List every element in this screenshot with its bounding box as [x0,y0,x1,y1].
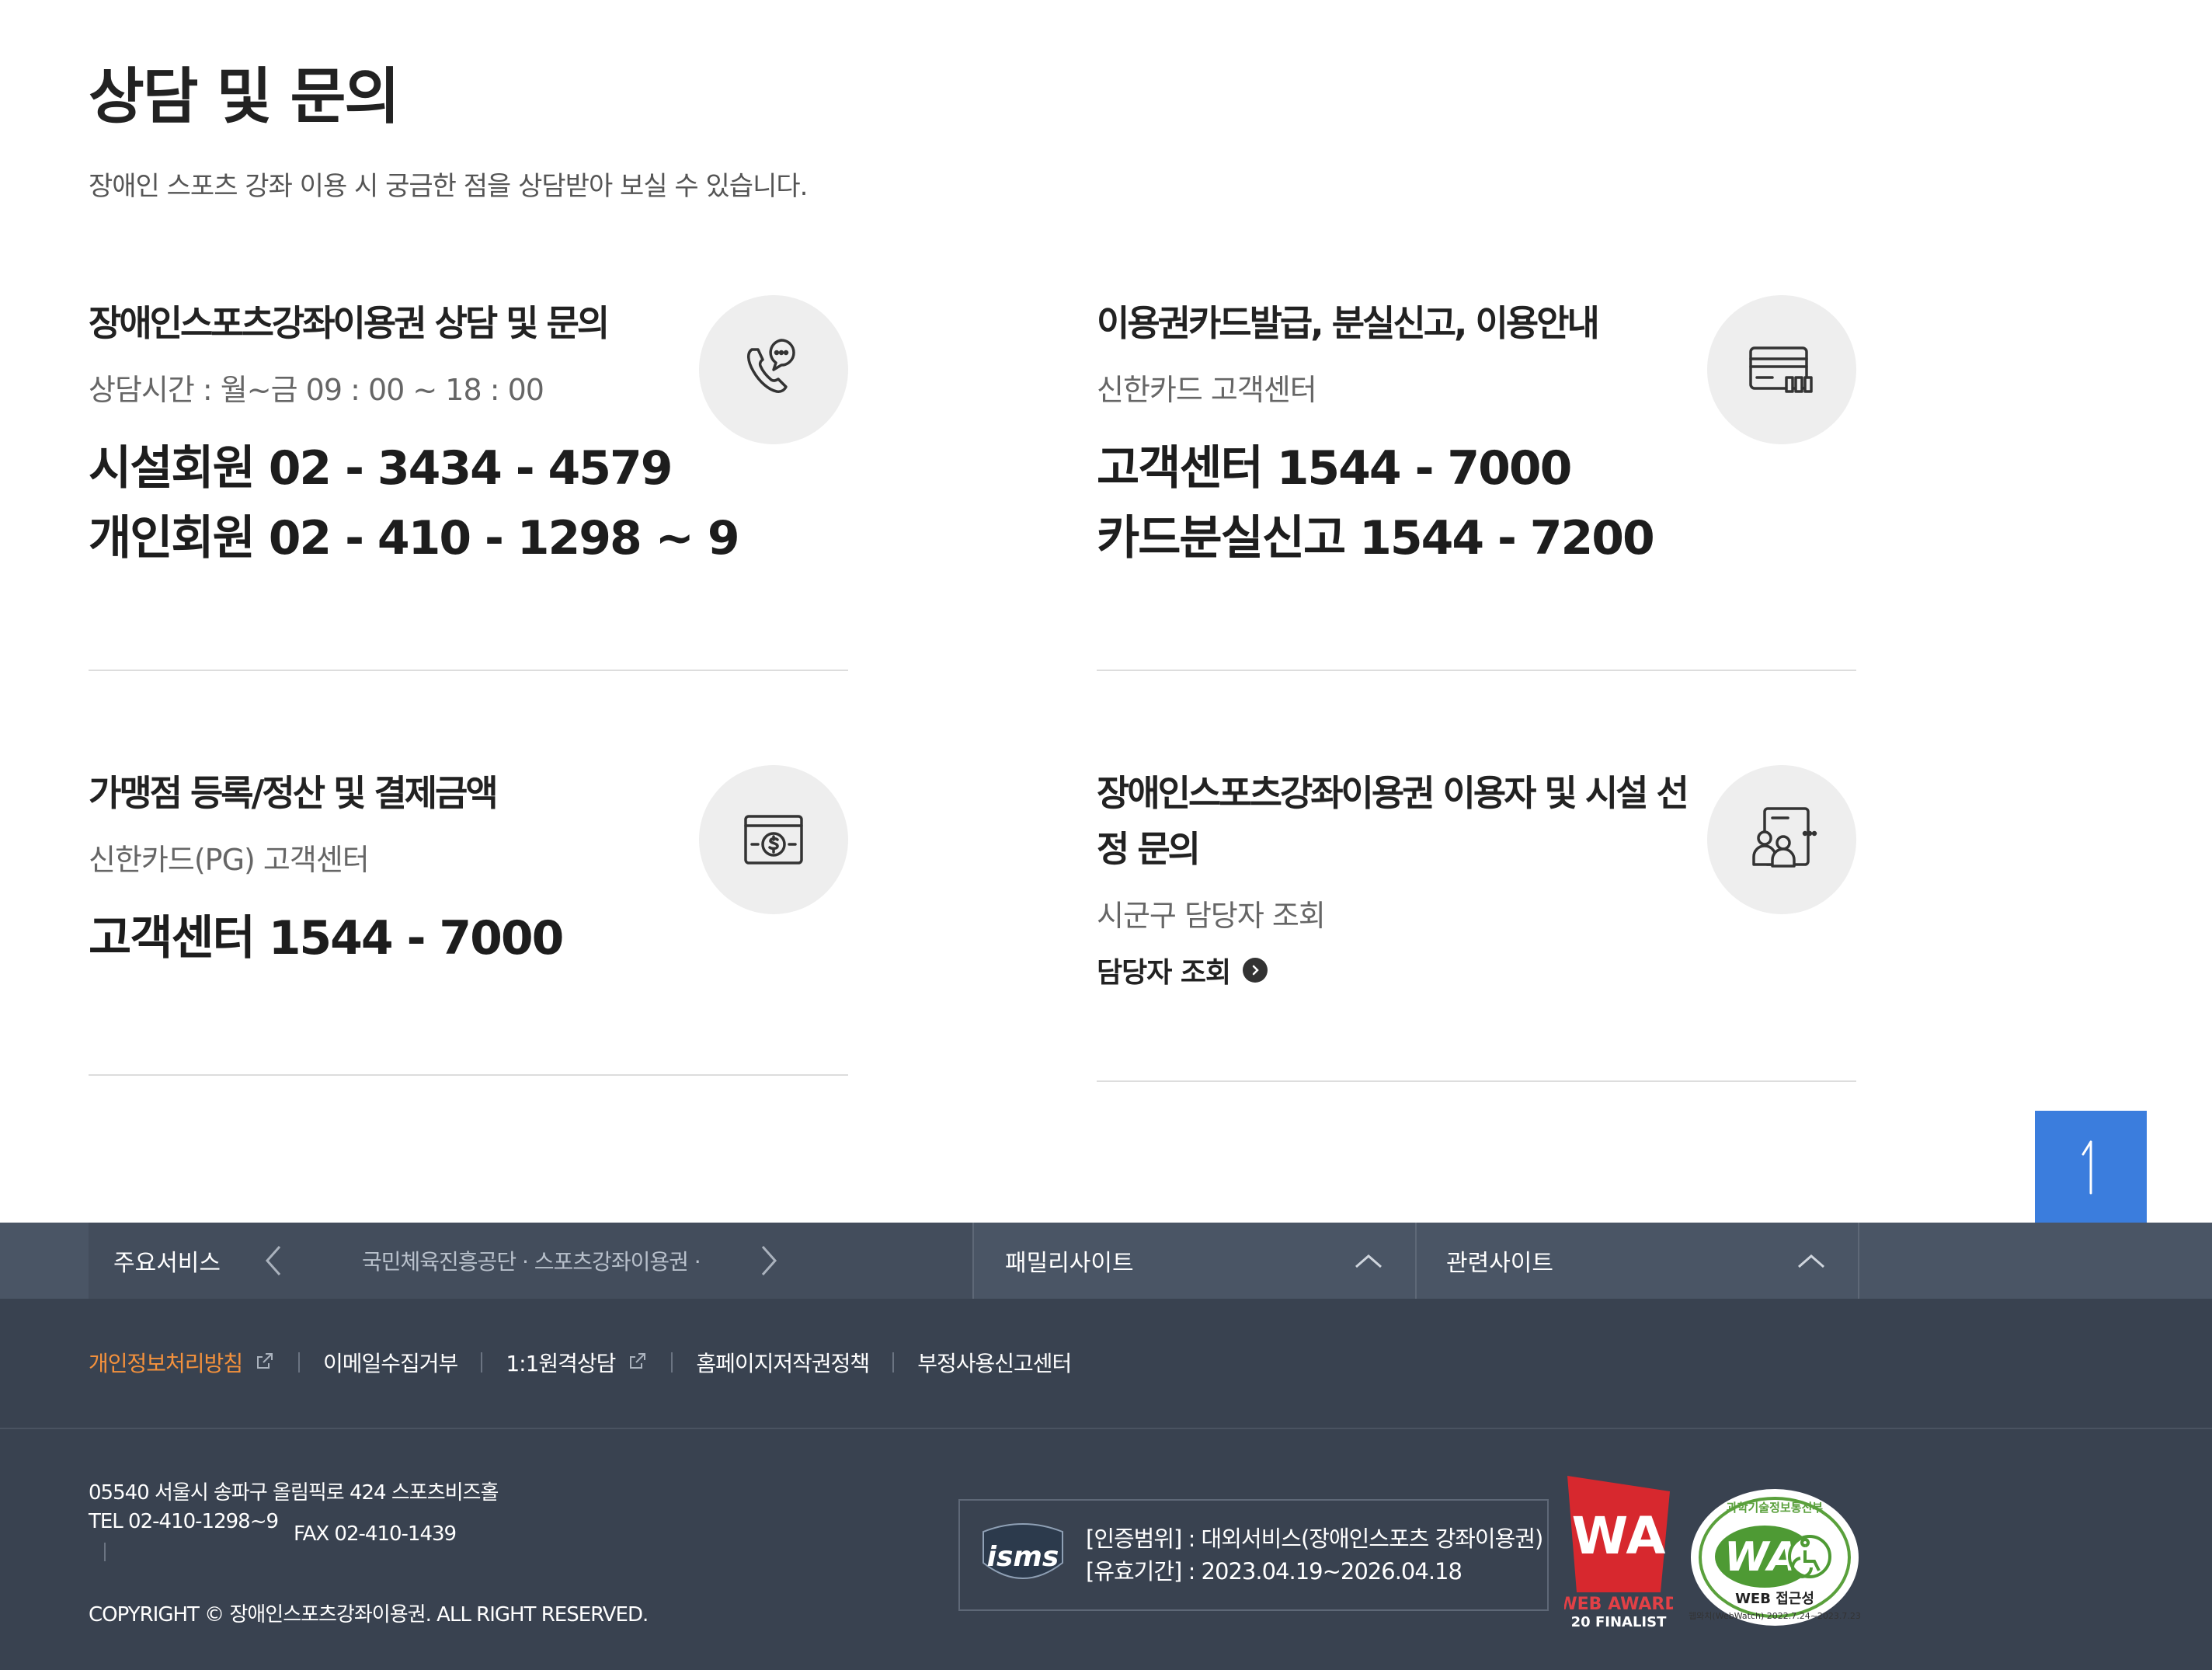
svg-text:웹와치(WebWatch) 2022.7.24~2023.7: 웹와치(WebWatch) 2022.7.24~2023.7.23 [1689,1611,1861,1621]
manager-lookup-link[interactable]: 담당자 조회 [1097,950,1856,990]
copyright-policy-link[interactable]: 홈페이지저작권정책 [696,1347,870,1378]
related-site-label: 관련사이트 [1446,1250,1553,1277]
merchant-card: 가맹점 등록/정산 및 결제금액 신한카드(PG) 고객센터 고객센터 1544… [89,765,848,1076]
footer-links: 개인정보처리방침 이메일수집거부 1:1원격상담 홈페이지저작권정책 부정사용신… [89,1347,1072,1378]
chevron-up-icon [1355,1254,1382,1268]
arrow-up-icon [2082,1140,2092,1195]
fraud-report-link[interactable]: 부정사용신고센터 [917,1347,1072,1378]
main-services-bar: 주요서비스 국민체육진흥공단 · 스포츠강좌이용권 · [89,1223,972,1299]
svg-text:과학기술정보통신부: 과학기술정보통신부 [1727,1501,1823,1515]
family-site-dropdown[interactable]: 패밀리사이트 [972,1223,1417,1299]
selection-inquiry-card: 장애인스포츠강좌이용권 이용자 및 시설 선정 문의 시군구 담당자 조회 담당… [1097,765,1856,1082]
phone-number: 카드분실신고 1544 - 7200 [1097,511,1655,565]
svg-text:WA: WA [1724,1534,1799,1581]
copyright: COPYRIGHT © 장애인스포츠강좌이용권. ALL RIGHT RESER… [89,1603,649,1627]
card-icon [1707,295,1856,444]
cert-scope: [인증범위] : 대외서비스(장애인스포츠 강좌이용권) [1086,1526,1543,1552]
telephone: TEL 02-410-1298~9 [89,1510,279,1533]
footer: 개인정보처리방침 이메일수집거부 1:1원격상담 홈페이지저작권정책 부정사용신… [0,1299,2212,1670]
cert-period: [유효기간] : 2023.04.19~2026.04.18 [1086,1558,1462,1585]
scroll-top-button[interactable] [2035,1111,2147,1223]
related-site-dropdown[interactable]: 관련사이트 [1415,1223,1859,1299]
consult-card: 장애인스포츠강좌이용권 상담 및 문의 상담시간 : 월~금 09 : 00 ~… [89,295,848,671]
page-title: 상담 및 문의 [89,62,400,132]
web-accessibility-logo: 과학기술정보통신부 WA WEB 접근성 웹와치(WebWatch) 2022.… [1689,1489,1861,1626]
phone-number: 고객센터 1544 - 7000 [89,911,564,965]
phone-number: 개인회원 02 - 410 - 1298 ~ 9 [89,511,740,565]
link-label: 담당자 조회 [1097,957,1231,989]
card-issue-card: 이용권카드발급, 분실신고, 이용안내 신한카드 고객센터 고객센터 1544 … [1097,295,1856,671]
card-title: 장애인스포츠강좌이용권 상담 및 문의 [89,302,610,344]
svg-text:WEB 접근성: WEB 접근성 [1735,1591,1814,1607]
external-link-icon [257,1353,273,1369]
remote-consult-link[interactable]: 1:1원격상담 [506,1347,648,1378]
next-arrow-icon[interactable] [758,1244,781,1278]
svg-text:WA: WA [1572,1506,1666,1566]
card-title: 가맹점 등록/정산 및 결제금액 [89,772,499,814]
link-label: 1:1원격상담 [506,1351,616,1376]
address: 05540 서울시 송파구 올림픽로 424 스포츠비즈홀 [89,1481,499,1505]
phone-number: 시설회원 02 - 3434 - 4579 [89,441,673,496]
family-site-label: 패밀리사이트 [1005,1250,1134,1277]
web-award-logo: WA WEB AWARD 20 FINALIST [1564,1476,1673,1628]
svg-text:20 FINALIST: 20 FINALIST [1571,1614,1667,1628]
phone-number: 고객센터 1544 - 7000 [1097,441,1572,496]
chevron-up-icon [1798,1254,1824,1268]
card-title: 이용권카드발급, 분실신고, 이용안내 [1097,302,1600,344]
page-description: 장애인 스포츠 강좌 이용 시 궁금한 점을 상담받아 보실 수 있습니다. [89,171,808,202]
contact-person-icon [1707,765,1856,914]
card-title: 장애인스포츠강좌이용권 이용자 및 시설 선정 문의 [1097,772,1689,870]
privacy-policy-link[interactable]: 개인정보처리방침 [89,1347,275,1378]
svg-text:isms: isms [987,1541,1059,1573]
fax: FAX 02-410-1439 [294,1522,457,1546]
svg-text:WEB AWARD: WEB AWARD [1564,1595,1673,1614]
isms-certification: isms [인증범위] : 대외서비스(장애인스포츠 강좌이용권) [유효기간]… [958,1499,1549,1611]
payment-icon [699,765,848,914]
external-link-icon [630,1353,646,1369]
main-services-items[interactable]: 국민체육진흥공단 · 스포츠강좌이용권 · [362,1245,735,1276]
isms-logo: isms [983,1523,1063,1579]
site-bar: 주요서비스 국민체육진흥공단 · 스포츠강좌이용권 · 패밀리사이트 관련사이트 [0,1223,2212,1299]
main-services-label: 주요서비스 [113,1250,221,1277]
prev-arrow-icon[interactable] [261,1244,284,1278]
email-refusal-link[interactable]: 이메일수집거부 [323,1347,458,1378]
phone-chat-icon [699,295,848,444]
chevron-right-icon [1243,958,1268,983]
link-label: 개인정보처리방침 [89,1351,243,1376]
